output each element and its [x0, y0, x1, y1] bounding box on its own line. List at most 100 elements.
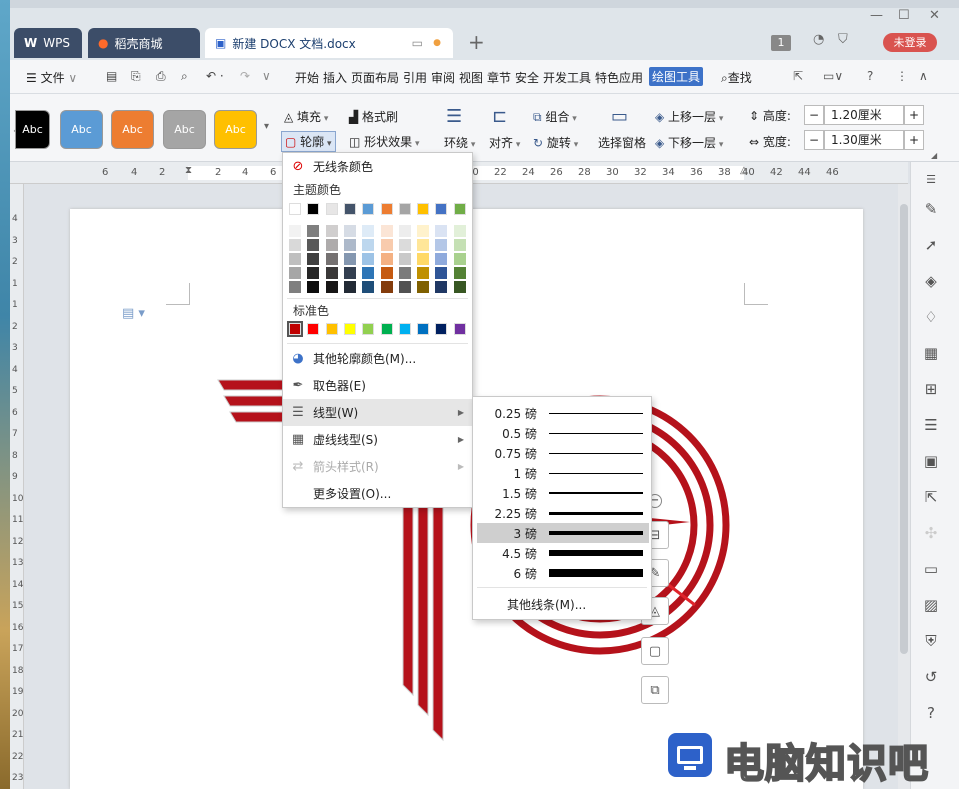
- theme-shade-swatch[interactable]: [398, 281, 411, 293]
- line-weight-item[interactable]: 2.25 磅: [477, 503, 649, 523]
- tab-docer[interactable]: ● 稻壳商城: [88, 28, 200, 58]
- standard-color-swatch[interactable]: [453, 323, 466, 335]
- theme-shade-swatch[interactable]: [343, 239, 356, 251]
- line-weight-item[interactable]: 0.75 磅: [477, 443, 649, 463]
- menu-tab-1[interactable]: 插入: [323, 69, 347, 86]
- close-icon[interactable]: ✕: [929, 8, 940, 23]
- height-increase-button[interactable]: +: [904, 105, 924, 125]
- theme-shade-swatch[interactable]: [343, 281, 356, 293]
- theme-color-swatch[interactable]: [398, 203, 411, 215]
- standard-color-swatch[interactable]: [343, 323, 356, 335]
- theme-shade-swatch[interactable]: [343, 267, 356, 279]
- theme-shade-swatch[interactable]: [417, 281, 430, 293]
- shape-style-3[interactable]: Abc: [163, 110, 206, 149]
- print-icon[interactable]: ⎙: [156, 69, 166, 84]
- new-tab-button[interactable]: +: [468, 30, 485, 54]
- theme-shade-swatch[interactable]: [307, 267, 320, 279]
- line-weight-item[interactable]: 1.5 磅: [477, 483, 649, 503]
- send-backward-button[interactable]: ◈ 下移一层 ▾: [655, 134, 723, 151]
- file-menu[interactable]: ☰ 文件 ∨: [26, 69, 77, 86]
- theme-shade-swatch[interactable]: [307, 253, 320, 265]
- history-icon[interactable]: ↺: [918, 664, 944, 690]
- shape-style-0[interactable]: Abc: [15, 110, 50, 149]
- line-weight-item[interactable]: 1 磅: [477, 463, 649, 483]
- line-weight-item[interactable]: 4.5 磅: [477, 543, 649, 563]
- redo-icon[interactable]: ↷: [240, 69, 250, 83]
- menu-tab-10[interactable]: 绘图工具: [649, 67, 704, 86]
- plugin-icon[interactable]: ✣: [918, 520, 944, 546]
- theme-shade-swatch[interactable]: [453, 253, 466, 265]
- width-input[interactable]: 1.30厘米: [824, 130, 904, 150]
- theme-shade-swatch[interactable]: [307, 239, 320, 251]
- theme-color-swatch[interactable]: [307, 203, 320, 215]
- theme-shade-swatch[interactable]: [398, 225, 411, 237]
- theme-shade-swatch[interactable]: [325, 239, 338, 251]
- standard-color-swatch[interactable]: [287, 321, 303, 337]
- style-icon[interactable]: ♢: [918, 304, 944, 330]
- height-decrease-button[interactable]: −: [804, 105, 824, 125]
- standard-color-swatch[interactable]: [417, 323, 430, 335]
- theme-color-swatch[interactable]: [362, 203, 375, 215]
- help-icon[interactable]: ?: [867, 69, 873, 83]
- login-button[interactable]: 未登录: [883, 33, 937, 52]
- theme-shade-swatch[interactable]: [380, 253, 393, 265]
- width-increase-button[interactable]: +: [904, 130, 924, 150]
- theme-shade-swatch[interactable]: [453, 239, 466, 251]
- theme-shade-swatch[interactable]: [289, 253, 301, 265]
- box-icon[interactable]: ▭: [918, 556, 944, 582]
- help-circle-icon[interactable]: ?: [918, 700, 944, 726]
- menu-tab-0[interactable]: 开始: [295, 69, 319, 86]
- standard-color-swatch[interactable]: [307, 323, 320, 335]
- theme-shade-swatch[interactable]: [380, 225, 393, 237]
- styles-more-icon[interactable]: ▾: [264, 121, 269, 132]
- theme-color-swatch[interactable]: [417, 203, 430, 215]
- export-icon[interactable]: ⎘: [131, 69, 141, 84]
- more-outline-colors-item[interactable]: ◕ 其他轮廓颜色(M)...: [283, 345, 472, 372]
- menu-tab-9[interactable]: 特色应用: [595, 69, 643, 86]
- shape-style-2[interactable]: Abc: [111, 110, 154, 149]
- theme-shade-swatch[interactable]: [435, 225, 448, 237]
- shield-icon[interactable]: ⛨: [918, 628, 944, 654]
- theme-shade-swatch[interactable]: [362, 225, 375, 237]
- theme-shade-swatch[interactable]: [417, 253, 430, 265]
- theme-shade-swatch[interactable]: [435, 267, 448, 279]
- undo-icon[interactable]: ↶ ·: [206, 69, 224, 83]
- dialog-launcher-icon[interactable]: ◢: [931, 151, 937, 160]
- standard-color-swatch[interactable]: [380, 323, 393, 335]
- share-out-icon[interactable]: ⇱: [918, 484, 944, 510]
- more-quick-icon[interactable]: ∨: [262, 69, 271, 83]
- standard-color-swatch[interactable]: [435, 323, 448, 335]
- tab-wps[interactable]: W WPS: [14, 28, 82, 58]
- theme-shade-swatch[interactable]: [325, 225, 338, 237]
- pencil-icon[interactable]: ✎: [918, 196, 944, 222]
- theme-shade-swatch[interactable]: [343, 225, 356, 237]
- theme-color-swatch[interactable]: [380, 203, 393, 215]
- search-button[interactable]: ⌕查找: [721, 69, 752, 86]
- screen-icon[interactable]: ▭: [412, 36, 423, 50]
- adjust-icon[interactable]: ☰: [918, 412, 944, 438]
- standard-color-swatch[interactable]: [362, 323, 375, 335]
- standard-color-swatch[interactable]: [398, 323, 411, 335]
- vertical-scrollbar[interactable]: [898, 184, 910, 789]
- theme-shade-swatch[interactable]: [325, 253, 338, 265]
- format-painter-button[interactable]: ▟ 格式刷: [349, 108, 398, 125]
- theme-shade-swatch[interactable]: [362, 281, 375, 293]
- theme-shade-swatch[interactable]: [380, 239, 393, 251]
- theme-color-swatch[interactable]: [435, 203, 448, 215]
- theme-color-swatch[interactable]: [343, 203, 356, 215]
- theme-shade-swatch[interactable]: [453, 225, 466, 237]
- eyedropper-item[interactable]: ✒ 取色器(E): [283, 372, 472, 399]
- arrow-style-item[interactable]: ⇄ 箭头样式(R) ▶: [283, 453, 472, 480]
- height-input[interactable]: 1.20厘米: [824, 105, 904, 125]
- shape-more-icon[interactable]: ⧉: [641, 676, 669, 704]
- save-icon[interactable]: ▤: [106, 69, 117, 83]
- selection-pane-icon[interactable]: ▭: [611, 106, 628, 127]
- theme-shade-swatch[interactable]: [417, 267, 430, 279]
- theme-shade-swatch[interactable]: [307, 225, 320, 237]
- pane-menu-icon[interactable]: ☰: [918, 166, 944, 192]
- dash-type-item[interactable]: ▦ 虚线线型(S) ▶: [283, 426, 472, 453]
- more-icon[interactable]: ⋮: [896, 69, 908, 83]
- line-type-item[interactable]: ☰ 线型(W) ▶: [283, 399, 472, 426]
- theme-shade-swatch[interactable]: [289, 267, 301, 279]
- maximize-icon[interactable]: ☐: [898, 8, 910, 23]
